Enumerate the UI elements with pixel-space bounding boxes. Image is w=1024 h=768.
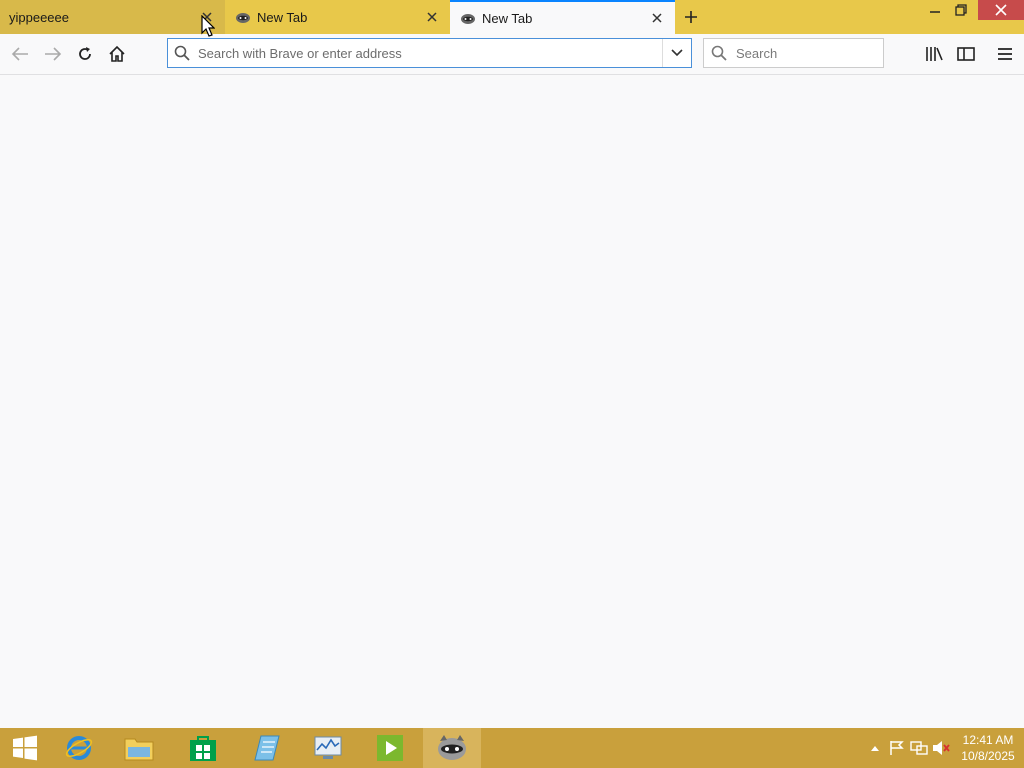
notepad-icon [254, 735, 280, 761]
tab-label: yippeeeee [9, 9, 69, 25]
close-icon [995, 4, 1007, 16]
internet-explorer-taskbar-item[interactable] [50, 728, 108, 768]
file-explorer-taskbar-item[interactable] [110, 728, 168, 768]
reload-button[interactable] [71, 40, 99, 68]
page-content [0, 75, 1024, 728]
action-center-flag-icon[interactable] [886, 728, 908, 768]
restore-button[interactable] [947, 0, 975, 20]
windows-logo-icon [13, 735, 37, 761]
search-icon [168, 45, 196, 61]
minimize-button[interactable] [921, 0, 949, 20]
internet-explorer-icon [65, 736, 93, 760]
tab-label: New Tab [482, 10, 533, 26]
taskbar: 12:41 AM 10/8/2025 [0, 728, 1024, 768]
sidebar-button[interactable] [952, 40, 980, 68]
tab-close-icon[interactable] [647, 8, 667, 28]
home-button[interactable] [103, 40, 131, 68]
clock-time: 12:41 AM [962, 733, 1014, 747]
tab-close-icon[interactable] [422, 7, 442, 27]
media-player-taskbar-item[interactable] [361, 728, 419, 768]
browser-taskbar-item[interactable] [423, 728, 481, 768]
volume-muted-icon[interactable] [930, 728, 952, 768]
tab-label: New Tab [257, 9, 308, 25]
network-status-icon [910, 741, 928, 755]
urlbar-dropdown-button[interactable] [662, 39, 691, 67]
forward-button[interactable] [39, 40, 67, 68]
network-icon[interactable] [908, 728, 930, 768]
hamburger-menu-icon [998, 48, 1012, 60]
chevron-up-icon [871, 746, 879, 751]
back-arrow-icon [11, 47, 28, 61]
clock[interactable]: 12:41 AM 10/8/2025 [952, 732, 1024, 764]
address-bar[interactable] [167, 38, 692, 68]
notes-taskbar-item[interactable] [237, 728, 295, 768]
sidebar-icon [957, 47, 975, 61]
flag-icon [890, 741, 904, 755]
home-icon [109, 45, 125, 62]
minimize-icon [930, 11, 940, 13]
show-hidden-icons-button[interactable] [864, 728, 886, 768]
tab-yippeeeee[interactable]: yippeeeee [0, 0, 225, 34]
speaker-muted-icon [933, 741, 950, 755]
start-button[interactable] [0, 728, 50, 768]
raccoon-favicon-icon [235, 9, 251, 25]
mouse-cursor-icon [201, 14, 216, 42]
address-input[interactable] [196, 39, 662, 67]
monitor-taskbar-item[interactable] [299, 728, 357, 768]
new-tab-button[interactable] [678, 4, 704, 30]
reload-icon [79, 47, 91, 60]
performance-monitor-icon [314, 736, 342, 759]
plus-icon [685, 11, 697, 23]
search-icon [704, 45, 734, 61]
forward-arrow-icon [45, 47, 62, 61]
raccoon-browser-icon [438, 735, 466, 760]
folder-icon [124, 738, 154, 761]
window-close-button[interactable] [978, 0, 1024, 20]
navigation-toolbar [0, 34, 1024, 75]
store-taskbar-item[interactable] [174, 728, 232, 768]
chevron-down-icon [671, 49, 683, 57]
tab-new-tab-2[interactable]: New Tab [450, 0, 675, 34]
restore-icon [955, 4, 967, 16]
clock-date: 10/8/2025 [961, 749, 1015, 763]
library-icon [926, 47, 943, 61]
tab-new-tab-1[interactable]: New Tab [225, 0, 450, 34]
search-input[interactable] [734, 44, 883, 62]
system-tray: 12:41 AM 10/8/2025 [864, 728, 1024, 768]
store-icon [190, 736, 216, 761]
play-icon [377, 735, 403, 761]
back-button[interactable] [6, 40, 34, 68]
search-bar[interactable] [703, 38, 884, 68]
tab-strip: yippeeeee New Tab New Tab [0, 0, 1024, 34]
library-button[interactable] [920, 40, 948, 68]
menu-button[interactable] [991, 40, 1019, 68]
raccoon-favicon-icon [460, 10, 476, 26]
